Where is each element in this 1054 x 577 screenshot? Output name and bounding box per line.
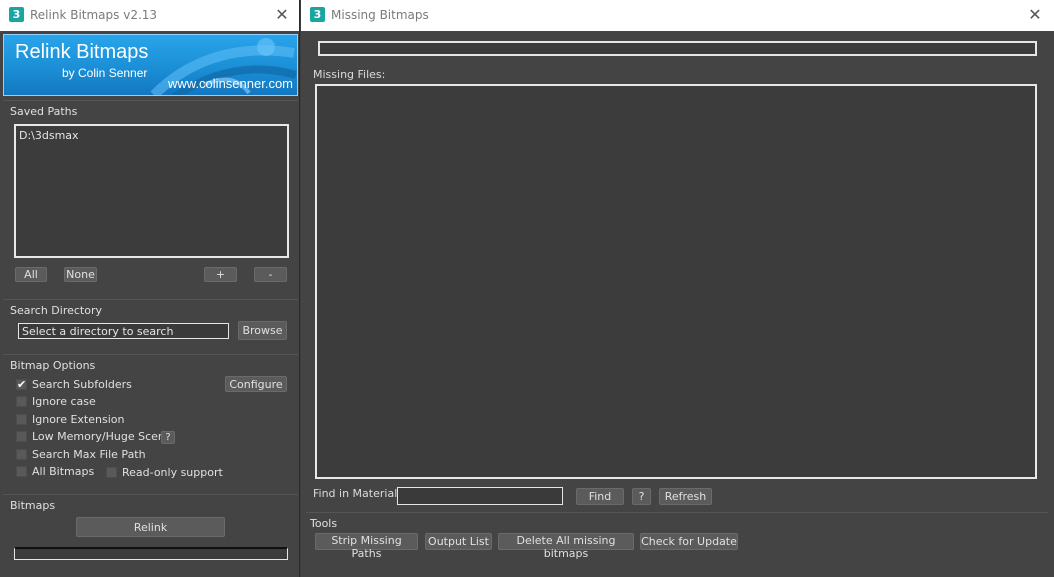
- check-update-button[interactable]: Check for Update: [640, 533, 738, 550]
- saved-paths-list[interactable]: D:\3dsmax: [14, 124, 289, 258]
- all-bitmaps-checkbox[interactable]: [16, 466, 27, 477]
- low-memory-label: Low Memory/Huge Scene: [32, 430, 172, 443]
- find-help-button[interactable]: ?: [632, 488, 651, 505]
- none-button[interactable]: None: [64, 267, 97, 282]
- search-max-path-label: Search Max File Path: [32, 448, 146, 461]
- banner-url: www.colinsenner.com: [168, 76, 293, 91]
- list-item[interactable]: D:\3dsmax: [19, 129, 79, 142]
- ignore-extension-label: Ignore Extension: [32, 413, 125, 426]
- add-path-button[interactable]: +: [204, 267, 237, 282]
- bitmap-options-label: Bitmap Options: [10, 359, 96, 372]
- ignore-case-checkbox[interactable]: [16, 396, 27, 407]
- banner-logo: Relink Bitmaps by Colin Senner www.colin…: [3, 34, 298, 96]
- 3dsmax-app-icon: 3: [9, 7, 24, 22]
- low-memory-help-button[interactable]: ?: [161, 431, 175, 444]
- read-only-label: Read-only support: [122, 466, 223, 479]
- relink-bitmaps-window: 3 Relink Bitmaps v2.13 ✕ Relink Bitmaps …: [0, 0, 300, 577]
- relink-button[interactable]: Relink: [76, 517, 225, 537]
- left-window-title: Relink Bitmaps v2.13: [30, 8, 158, 22]
- find-button[interactable]: Find: [576, 488, 624, 505]
- right-window-title: Missing Bitmaps: [331, 8, 429, 22]
- bitmaps-label: Bitmaps: [10, 499, 56, 512]
- search-max-path-checkbox[interactable]: [16, 449, 27, 460]
- saved-paths-group: Saved Paths D:\3dsmax All None + -: [3, 100, 298, 290]
- missing-files-label: Missing Files:: [313, 68, 386, 81]
- all-bitmaps-label: All Bitmaps: [32, 465, 95, 478]
- 3dsmax-app-icon: 3: [310, 7, 325, 22]
- ignore-case-label: Ignore case: [32, 395, 96, 408]
- ignore-extension-checkbox[interactable]: [16, 414, 27, 425]
- configure-button[interactable]: Configure: [225, 376, 287, 392]
- find-in-material-label: Find in Material:: [313, 487, 401, 500]
- missing-progress-bar: [318, 41, 1037, 56]
- right-titlebar: 3 Missing Bitmaps ✕: [301, 0, 1054, 31]
- read-only-checkbox[interactable]: [106, 467, 117, 478]
- saved-paths-label: Saved Paths: [10, 105, 78, 118]
- missing-bitmaps-window: 3 Missing Bitmaps ✕ Missing Files: Find …: [301, 0, 1054, 577]
- output-list-button[interactable]: Output List: [425, 533, 492, 550]
- missing-files-list[interactable]: [315, 84, 1037, 479]
- find-in-material-input[interactable]: [397, 487, 563, 505]
- all-button[interactable]: All: [15, 267, 47, 282]
- search-directory-label: Search Directory: [10, 304, 102, 317]
- close-icon[interactable]: ✕: [1024, 4, 1046, 26]
- tools-group: Tools Strip Missing Paths Output List De…: [306, 512, 1048, 573]
- relink-progress-bar: [14, 547, 288, 560]
- banner-title: Relink Bitmaps: [15, 41, 149, 63]
- delete-all-missing-button[interactable]: Delete All missing bitmaps: [498, 533, 634, 560]
- left-titlebar: 3 Relink Bitmaps v2.13 ✕: [0, 0, 299, 31]
- bitmaps-group: Bitmaps Relink: [3, 494, 298, 574]
- browse-button[interactable]: Browse: [238, 321, 287, 340]
- search-directory-input[interactable]: [18, 323, 229, 339]
- refresh-button[interactable]: Refresh: [659, 488, 712, 505]
- bitmap-options-group: Bitmap Options Configure ✔ Search Subfol…: [3, 354, 298, 494]
- search-subfolders-checkbox[interactable]: ✔: [16, 379, 27, 390]
- close-icon[interactable]: ✕: [271, 4, 293, 26]
- tools-label: Tools: [310, 517, 338, 530]
- search-subfolders-label: Search Subfolders: [32, 378, 132, 391]
- search-directory-group: Search Directory Browse: [3, 299, 298, 347]
- banner-byline: by Colin Senner: [62, 66, 148, 80]
- low-memory-checkbox[interactable]: [16, 431, 27, 442]
- strip-missing-paths-button[interactable]: Strip Missing Paths: [315, 533, 418, 560]
- remove-path-button[interactable]: -: [254, 267, 287, 282]
